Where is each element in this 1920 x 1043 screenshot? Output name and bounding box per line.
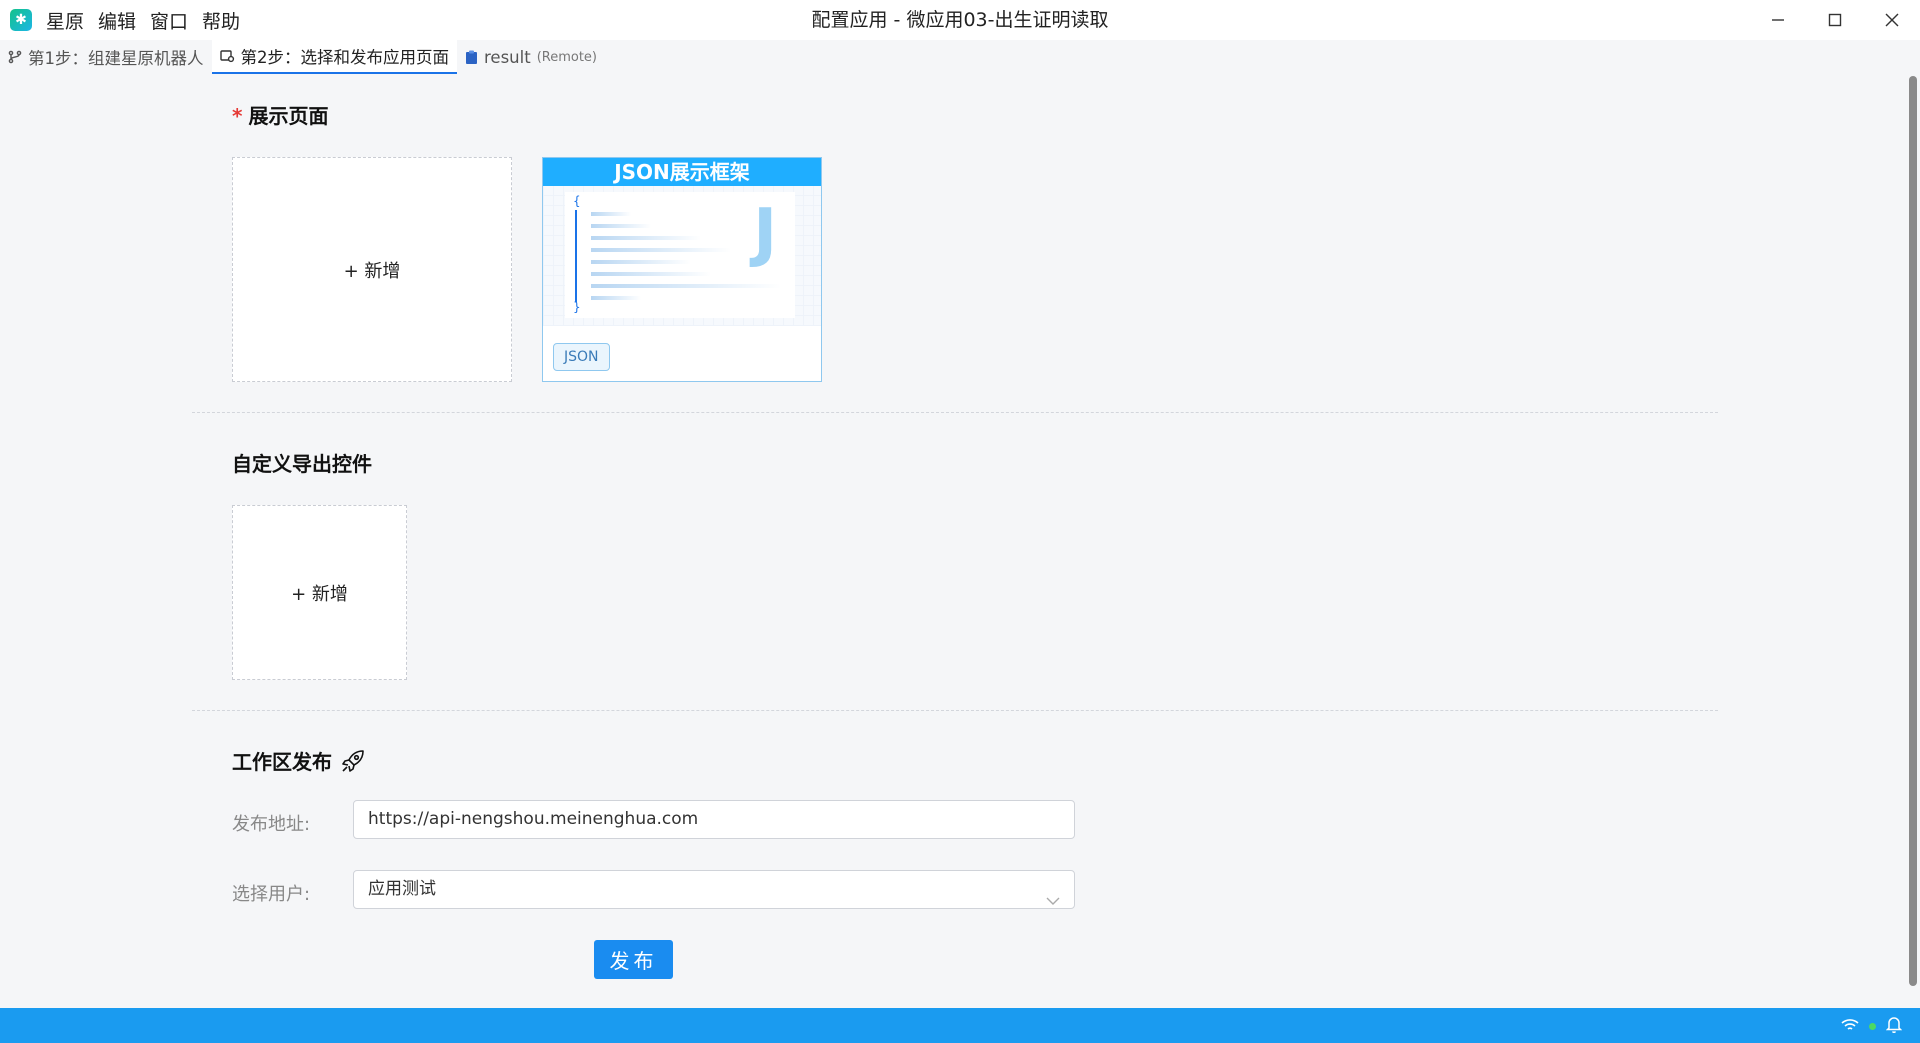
json-preview-line [591, 236, 701, 240]
app-logo-icon: ✱ [10, 9, 32, 31]
json-preview-line [591, 212, 631, 216]
vertical-scrollbar[interactable] [1906, 74, 1920, 1008]
add-display-page-label: + 新增 [343, 260, 401, 282]
menu-item-edit[interactable]: 编辑 [98, 7, 136, 34]
menu-bar: 星原 编辑 窗口 帮助 [46, 7, 254, 34]
publish-address-label: 发布地址: [232, 814, 311, 835]
json-card-header: JSON展示框架 [543, 158, 821, 186]
tab-step2[interactable]: 第2步：选择和发布应用页面 [211, 40, 457, 74]
json-template-card[interactable]: JSON展示框架 { } J JSON [542, 157, 822, 382]
required-mark: * [232, 104, 243, 128]
json-preview-line [591, 260, 691, 264]
page-settings-icon [219, 49, 235, 63]
json-preview-line [591, 296, 641, 300]
section-divider [192, 710, 1718, 711]
add-custom-export-button[interactable]: + 新增 [232, 505, 407, 680]
minimize-button[interactable] [1749, 0, 1806, 40]
json-open-brace: { [573, 194, 581, 208]
json-close-brace: } [573, 300, 581, 314]
status-bar [0, 1008, 1920, 1043]
maximize-icon [1828, 13, 1841, 27]
tab-result-label: result [484, 47, 531, 67]
custom-export-title: 自定义导出控件 [232, 452, 372, 476]
tab-step1-label: 第1步：组建星原机器人 [28, 49, 204, 68]
add-display-page-button[interactable]: + 新增 [232, 157, 512, 382]
json-tag-badge: JSON [553, 343, 610, 371]
clipboard-icon [465, 50, 478, 65]
close-icon [1885, 13, 1898, 27]
json-preview-document: { } J [565, 192, 795, 318]
chevron-down-icon [1046, 883, 1060, 920]
tab-step1[interactable]: 第1步：组建星原机器人 [0, 40, 212, 74]
maximize-button[interactable] [1806, 0, 1863, 40]
select-user-dropdown[interactable]: 应用测试 [353, 870, 1075, 909]
json-preview-line [591, 272, 711, 276]
menu-item-window[interactable]: 窗口 [150, 7, 188, 34]
wifi-icon [1841, 1017, 1859, 1036]
main-content: * 展示页面 + 新增 JSON展示框架 { } J JSON 自定义导出控件 … [0, 74, 1906, 1008]
display-page-title: * 展示页面 [232, 100, 328, 129]
branch-icon [8, 50, 22, 64]
display-page-title-text: 展示页面 [248, 104, 329, 128]
window-controls [1749, 0, 1920, 40]
json-preview-line [591, 248, 731, 252]
section-divider [192, 412, 1718, 413]
close-button[interactable] [1863, 0, 1920, 40]
menu-item-xingyuan[interactable]: 星原 [46, 7, 84, 34]
window-title: 配置应用 - 微应用03-出生证明读取 [811, 9, 1109, 31]
select-user-label: 选择用户: [232, 884, 311, 905]
json-preview-rule [575, 210, 577, 302]
scrollbar-thumb[interactable] [1909, 76, 1917, 986]
status-icons [1841, 1016, 1903, 1037]
tab-result[interactable]: result (Remote) [457, 40, 605, 74]
publish-button[interactable]: 发布 [594, 940, 673, 979]
bell-icon[interactable] [1885, 1016, 1903, 1037]
publish-address-input[interactable]: https://api-nengshou.meinenghua.com [353, 800, 1075, 839]
menu-item-help[interactable]: 帮助 [202, 7, 240, 34]
minimize-icon [1771, 19, 1784, 21]
workspace-publish-title-text: 工作区发布 [232, 750, 332, 774]
tab-step2-label: 第2步：选择和发布应用页面 [240, 48, 450, 67]
json-preview-line [591, 284, 781, 288]
rocket-icon [340, 748, 366, 774]
tab-result-suffix: (Remote) [536, 49, 597, 65]
workspace-publish-title: 工作区发布 [232, 746, 366, 775]
title-bar: ✱ 星原 编辑 窗口 帮助 配置应用 - 微应用03-出生证明读取 [0, 0, 1920, 40]
json-preview-line [591, 224, 651, 228]
connection-status-dot [1869, 1023, 1876, 1030]
select-user-value: 应用测试 [368, 879, 436, 899]
add-custom-export-label: + 新增 [291, 583, 348, 605]
tab-bar: 第1步：组建星原机器人 第2步：选择和发布应用页面 result (Remote… [0, 40, 1920, 74]
json-big-letter: J [753, 196, 777, 270]
json-preview-image: { } J [543, 186, 821, 326]
